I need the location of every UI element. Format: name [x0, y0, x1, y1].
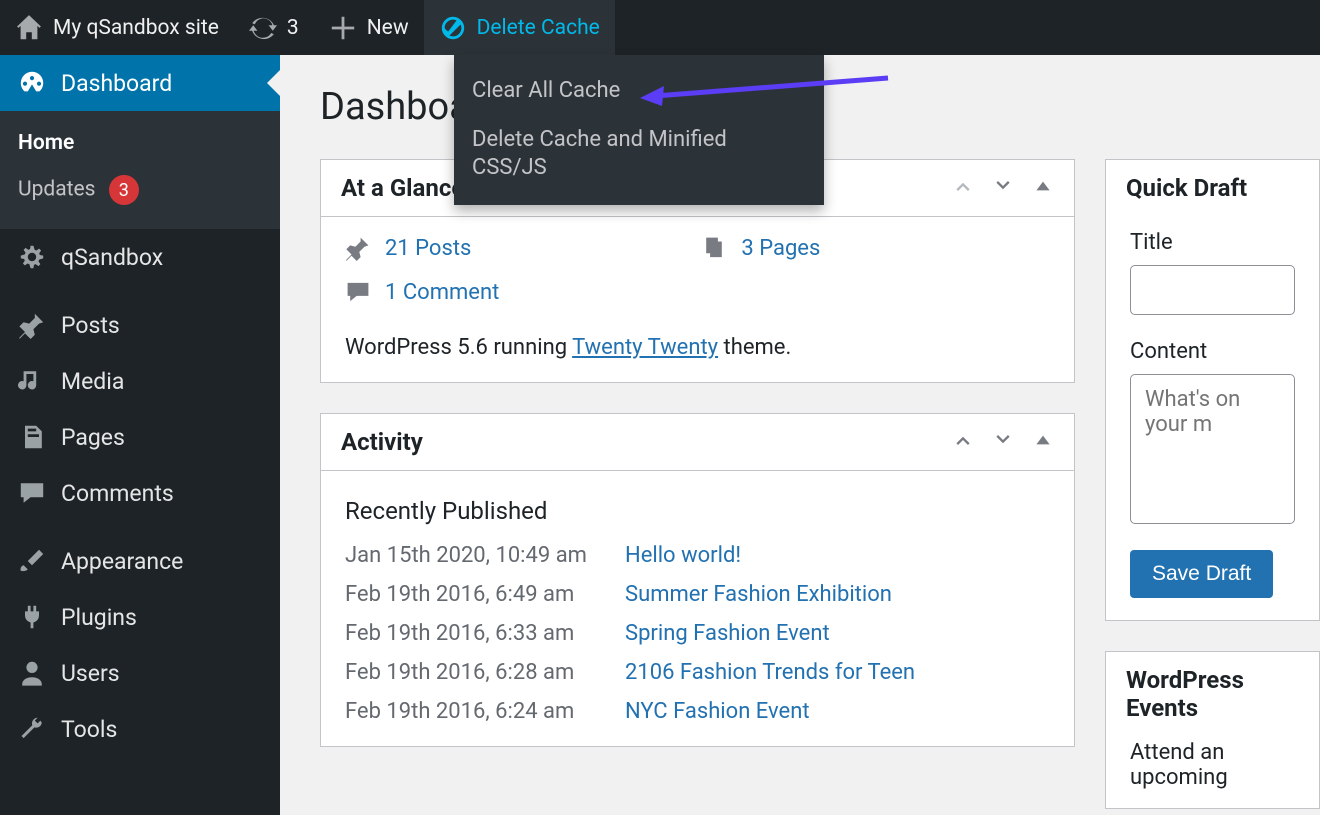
- toolbar-site-link[interactable]: My qSandbox site: [0, 0, 234, 55]
- glance-posts-link[interactable]: 21 Posts: [345, 235, 471, 261]
- refresh-icon: [249, 14, 277, 42]
- quickdraft-content-label: Content: [1130, 339, 1295, 364]
- sidebar-item-label: Posts: [61, 312, 120, 339]
- widget-title: WordPress Events: [1126, 666, 1299, 722]
- dashboard-icon: [18, 69, 46, 97]
- sidebar-item-label: Users: [61, 660, 120, 687]
- sidebar-item-plugins[interactable]: Plugins: [0, 589, 280, 645]
- save-draft-button[interactable]: Save Draft: [1130, 550, 1273, 598]
- activity-post-link[interactable]: Spring Fashion Event: [625, 621, 830, 646]
- activity-post-link[interactable]: NYC Fashion Event: [625, 699, 810, 724]
- activity-row: Feb 19th 2016, 6:28 am2106 Fashion Trend…: [345, 660, 1050, 685]
- sidebar-item-appearance[interactable]: Appearance: [0, 533, 280, 589]
- sidebar-item-label: Plugins: [61, 604, 137, 631]
- widget-title: Quick Draft: [1126, 174, 1247, 202]
- pin-icon: [345, 235, 371, 261]
- sidebar-item-media[interactable]: Media: [0, 353, 280, 409]
- brush-icon: [18, 547, 46, 575]
- sidebar-sub-home[interactable]: Home: [0, 121, 280, 165]
- comment-icon: [345, 279, 371, 305]
- triangle-up-icon: [1032, 429, 1054, 451]
- plugin-icon: [18, 603, 46, 631]
- sidebar-item-label: Dashboard: [61, 70, 172, 97]
- widget-controls: [952, 175, 1054, 201]
- chevron-up-icon: [952, 429, 974, 451]
- sidebar-item-comments[interactable]: Comments: [0, 465, 280, 521]
- sidebar-submenu-dashboard: Home Updates 3: [0, 111, 280, 229]
- sidebar-item-label: Tools: [61, 716, 117, 743]
- widget-toggle[interactable]: [1032, 175, 1054, 201]
- cache-icon: [439, 14, 467, 42]
- widget-controls: [952, 429, 1054, 455]
- toolbar-delete-cache-label: Delete Cache: [477, 16, 600, 40]
- wrench-icon: [18, 715, 46, 743]
- activity-post-link[interactable]: Summer Fashion Exhibition: [625, 582, 892, 607]
- widget-title: Activity: [341, 428, 423, 456]
- sidebar-item-dashboard[interactable]: Dashboard: [0, 55, 280, 111]
- sidebar-item-label: Pages: [61, 424, 125, 451]
- widget-move-down[interactable]: [992, 175, 1014, 201]
- pin-icon: [18, 311, 46, 339]
- chevron-up-icon: [952, 175, 974, 197]
- toolbar-delete-cache[interactable]: Delete Cache: [424, 0, 615, 55]
- pages-icon: [701, 235, 727, 261]
- quickdraft-title-label: Title: [1130, 230, 1295, 255]
- widget-move-up[interactable]: [952, 429, 974, 455]
- pages-icon: [18, 423, 46, 451]
- widget-activity: Activity Recently Published Jan 15th 202…: [320, 413, 1075, 747]
- widget-quick-draft: Quick Draft Title Content Save Draft: [1105, 159, 1320, 621]
- activity-row: Jan 15th 2020, 10:49 amHello world!: [345, 543, 1050, 568]
- toolbar-new[interactable]: New: [314, 0, 424, 55]
- events-text: Attend an upcoming: [1106, 722, 1319, 808]
- activity-row: Feb 19th 2016, 6:33 amSpring Fashion Eve…: [345, 621, 1050, 646]
- widget-toggle[interactable]: [1032, 429, 1054, 455]
- chevron-down-icon: [992, 175, 1014, 197]
- sidebar-item-qsandbox[interactable]: qSandbox: [0, 229, 280, 285]
- user-icon: [18, 659, 46, 687]
- activity-subtitle: Recently Published: [345, 497, 1050, 525]
- sidebar-item-pages[interactable]: Pages: [0, 409, 280, 465]
- widget-wp-events: WordPress Events Attend an upcoming: [1105, 651, 1320, 809]
- chevron-down-icon: [992, 429, 1014, 451]
- activity-row: Feb 19th 2016, 6:49 amSummer Fashion Exh…: [345, 582, 1050, 607]
- admin-toolbar: My qSandbox site 3 New Delete Cache: [0, 0, 1320, 55]
- sidebar-item-users[interactable]: Users: [0, 645, 280, 701]
- toolbar-updates-count: 3: [287, 16, 299, 40]
- toolbar-updates[interactable]: 3: [234, 0, 314, 55]
- toolbar-new-label: New: [367, 16, 409, 40]
- dropdown-clear-all-cache[interactable]: Clear All Cache: [454, 67, 824, 116]
- widget-title: At a Glance: [341, 174, 464, 202]
- admin-sidebar: Dashboard Home Updates 3 qSandbox Posts …: [0, 55, 280, 815]
- widget-move-down[interactable]: [992, 429, 1014, 455]
- quickdraft-title-input[interactable]: [1130, 265, 1295, 315]
- delete-cache-dropdown: Clear All Cache Delete Cache and Minifie…: [454, 55, 824, 205]
- glance-theme-link[interactable]: Twenty Twenty: [572, 335, 718, 360]
- sidebar-sub-updates[interactable]: Updates 3: [0, 165, 280, 215]
- activity-post-link[interactable]: Hello world!: [625, 543, 741, 568]
- comment-icon: [18, 479, 46, 507]
- media-icon: [18, 367, 46, 395]
- dropdown-delete-minified[interactable]: Delete Cache and Minified CSS/JS: [454, 116, 824, 193]
- activity-row: Feb 19th 2016, 6:24 amNYC Fashion Event: [345, 699, 1050, 724]
- plus-icon: [329, 14, 357, 42]
- glance-version-text: WordPress 5.6 running Twenty Twenty them…: [345, 327, 1050, 360]
- sidebar-item-label: qSandbox: [61, 244, 163, 271]
- home-icon: [15, 14, 43, 42]
- activity-post-link[interactable]: 2106 Fashion Trends for Teen: [625, 660, 915, 685]
- toolbar-site-name: My qSandbox site: [53, 16, 219, 40]
- gear-icon: [18, 243, 46, 271]
- sidebar-item-label: Media: [61, 368, 124, 395]
- sidebar-item-label: Appearance: [61, 548, 183, 575]
- glance-pages-link[interactable]: 3 Pages: [701, 235, 820, 261]
- updates-badge: 3: [109, 175, 139, 205]
- widget-move-up[interactable]: [952, 175, 974, 201]
- sidebar-item-posts[interactable]: Posts: [0, 297, 280, 353]
- triangle-up-icon: [1032, 175, 1054, 197]
- sidebar-item-tools[interactable]: Tools: [0, 701, 280, 757]
- quickdraft-content-textarea[interactable]: [1130, 374, 1295, 524]
- glance-comments-link[interactable]: 1 Comment: [345, 279, 1050, 305]
- sidebar-item-label: Comments: [61, 480, 174, 507]
- activity-list: Jan 15th 2020, 10:49 amHello world! Feb …: [345, 543, 1050, 724]
